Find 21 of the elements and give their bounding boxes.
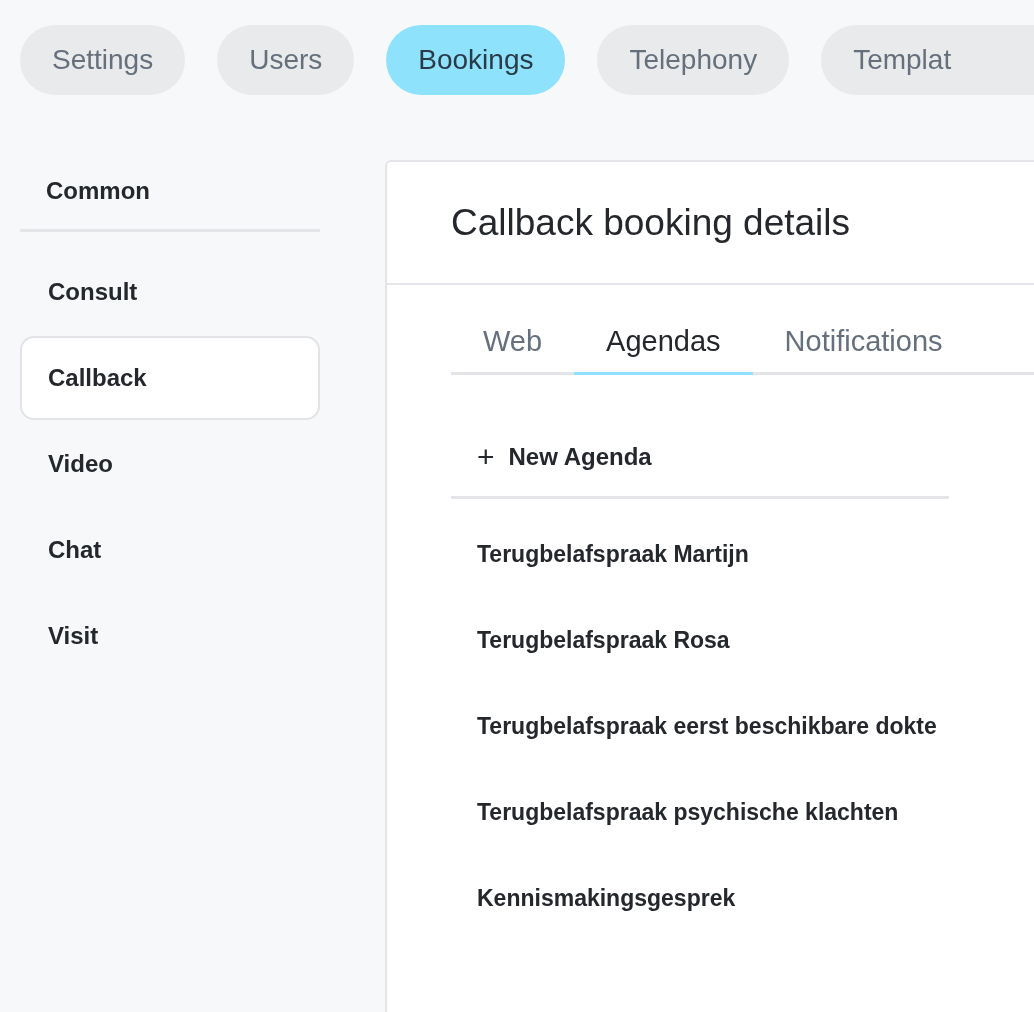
panel-tab[interactable]: Agendas [574, 325, 753, 375]
panel-title: Callback booking details [451, 201, 850, 244]
sidebar-item[interactable]: Callback [20, 336, 320, 420]
sidebar-item[interactable]: Video [20, 422, 320, 506]
agenda-item[interactable]: Kennismakingsgesprek [451, 865, 736, 951]
top-tab[interactable]: Bookings [386, 25, 566, 95]
new-agenda-button[interactable]: + New Agenda [451, 437, 652, 477]
sidebar-item[interactable]: Chat [20, 508, 320, 592]
sidebar-heading[interactable]: Common [20, 160, 320, 232]
agenda-item[interactable]: Terugbelafspraak psychische klachten [451, 779, 899, 865]
agenda-item[interactable]: Terugbelafspraak Martijn [451, 521, 749, 607]
panel-tab[interactable]: Web [451, 325, 575, 375]
top-tab[interactable]: Settings [20, 25, 186, 95]
sidebar-item[interactable]: Visit [20, 594, 320, 678]
top-tab[interactable]: Users [217, 25, 355, 95]
agenda-item[interactable]: Terugbelafspraak Rosa [451, 607, 730, 693]
top-tab[interactable]: Telephony [597, 25, 790, 95]
top-tab[interactable]: Templat [821, 25, 1034, 95]
panel-tab[interactable]: Notifications [752, 325, 975, 375]
agenda-item[interactable]: Terugbelafspraak eerst beschikbare dokte [451, 693, 937, 779]
sidebar-item[interactable]: Consult [20, 250, 320, 334]
